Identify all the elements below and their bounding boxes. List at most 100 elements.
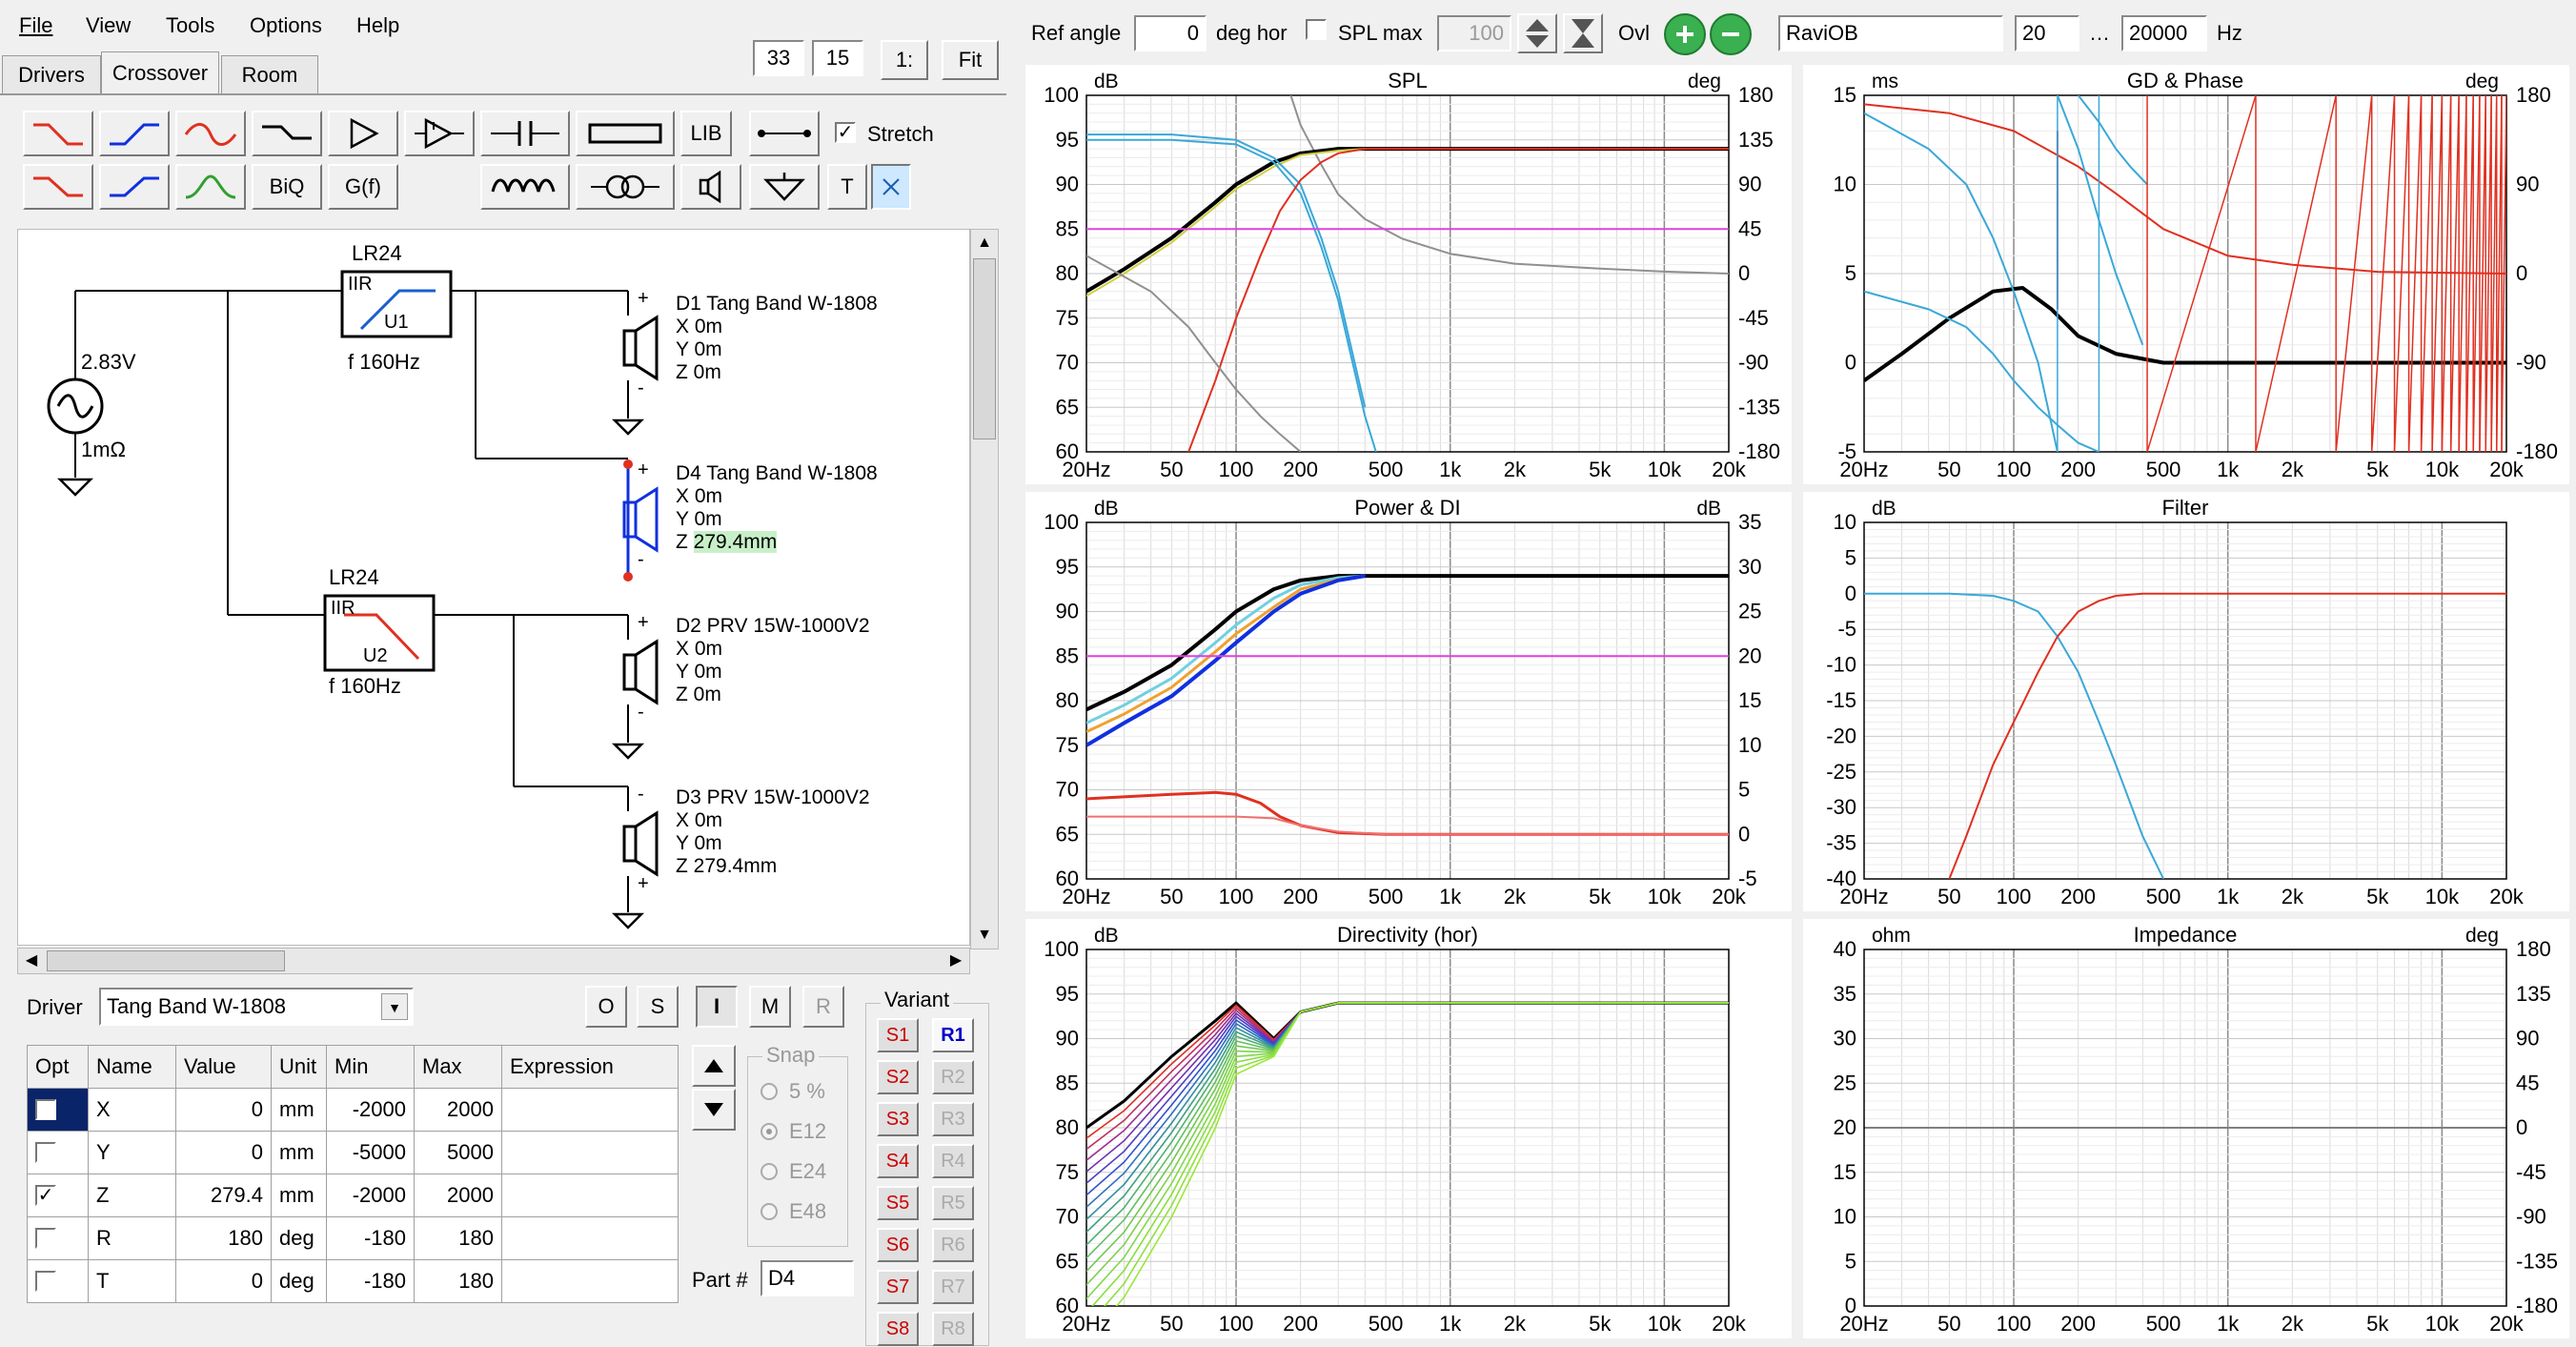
spl-chart[interactable]: 100 95 90 85 80 75 70 65 60 180 135 90 45 0 -45 -90 -135… (1025, 65, 1792, 484)
expression-cell[interactable] (501, 1174, 679, 1217)
wire-tool-button[interactable] (749, 111, 820, 156)
value-cell[interactable]: 180 (175, 1216, 272, 1260)
opt-checkbox[interactable] (35, 1228, 56, 1249)
resistor-tool-button[interactable] (576, 111, 675, 156)
variant-s7-button[interactable]: S7 (877, 1270, 919, 1304)
driver-m-button[interactable]: M (749, 986, 791, 1028)
biq-button[interactable]: BiQ (252, 164, 322, 210)
lib-button[interactable]: LIB (680, 111, 732, 156)
value-field-2[interactable]: 15 (812, 40, 863, 76)
filter-chart[interactable]: 10 5 0 -5 -10 -15 -20 -25 -30 -35 -40 20Hz 50 100 200 5… (1803, 492, 2569, 911)
value-field-1[interactable]: 33 (753, 40, 804, 76)
expression-cell[interactable] (501, 1088, 679, 1132)
tab-crossover[interactable]: Crossover (101, 51, 219, 93)
spl-max-reset-button[interactable] (1563, 13, 1603, 53)
variant-s1-button[interactable]: S1 (877, 1018, 919, 1052)
driver-label-d3[interactable]: D3 PRV 15W-1000V2 X 0m Y 0m Z 279.4mm (676, 786, 870, 878)
lowpass2-tool-button[interactable] (99, 164, 170, 210)
variant-r8-button[interactable]: R8 (932, 1312, 974, 1346)
freq-max-field[interactable]: 20000 (2121, 15, 2207, 51)
scroll-right-icon[interactable]: ▶ (943, 949, 969, 973)
driver-select[interactable]: Tang Band W-1808 ▼ (99, 988, 414, 1026)
opt-cell[interactable] (27, 1088, 89, 1132)
inductor-tool-button[interactable] (480, 164, 570, 210)
expression-cell[interactable] (501, 1131, 679, 1174)
spl-max-field[interactable]: 100 (1437, 15, 1511, 51)
max-cell[interactable]: 2000 (414, 1088, 502, 1132)
opt-cell[interactable]: ✓ (27, 1174, 89, 1217)
max-cell[interactable]: 180 (414, 1259, 502, 1303)
max-cell[interactable]: 5000 (414, 1131, 502, 1174)
move-down-button[interactable] (692, 1089, 736, 1131)
driver-tool-button[interactable] (680, 164, 741, 210)
menu-tools[interactable]: Tools (166, 13, 214, 38)
project-name-field[interactable]: RaviOB (1778, 15, 2003, 51)
amplifier-tool-button[interactable] (328, 111, 398, 156)
menu-file[interactable]: File (19, 13, 52, 38)
t-button[interactable]: T (827, 164, 867, 210)
opt-checkbox[interactable] (35, 1099, 56, 1120)
menu-help[interactable]: Help (356, 13, 399, 38)
allpass-tool-button[interactable] (175, 111, 246, 156)
expression-cell[interactable] (501, 1216, 679, 1260)
part-field[interactable]: D4 (761, 1260, 854, 1296)
opt-checkbox[interactable] (35, 1271, 56, 1292)
value-cell[interactable]: 279.4 (175, 1174, 272, 1217)
fit-button[interactable]: Fit (942, 40, 999, 80)
snap-5-radio[interactable] (761, 1083, 778, 1100)
driver-label-d1[interactable]: D1 Tang Band W-1808 X 0m Y 0m Z 0m (676, 293, 878, 384)
tab-room[interactable]: Room (221, 55, 318, 93)
shelf-tool-button[interactable] (252, 111, 322, 156)
table-row[interactable]: R 180 deg -180 180 (27, 1216, 679, 1260)
table-row[interactable]: X 0 mm -2000 2000 (27, 1088, 679, 1132)
lowpass-tool-button[interactable] (99, 111, 170, 156)
hscroll-thumb[interactable] (47, 950, 285, 971)
driver-i-button[interactable]: I (696, 986, 738, 1028)
min-cell[interactable]: -5000 (326, 1131, 415, 1174)
schematic-vscroll[interactable]: ▲ ▼ (970, 229, 999, 949)
max-cell[interactable]: 2000 (414, 1174, 502, 1217)
driver-o-button[interactable]: O (585, 986, 627, 1028)
chevron-down-icon[interactable]: ▼ (381, 993, 408, 1020)
variant-r1-button[interactable]: R1 (932, 1018, 974, 1052)
variant-r7-button[interactable]: R7 (932, 1270, 974, 1304)
scroll-left-icon[interactable]: ◀ (18, 949, 45, 973)
bandpass-tool-button[interactable] (175, 164, 246, 210)
min-cell[interactable]: -180 (326, 1259, 415, 1303)
menu-view[interactable]: View (86, 13, 131, 38)
variant-r5-button[interactable]: R5 (932, 1186, 974, 1220)
spl-max-spinner[interactable] (1517, 13, 1557, 53)
variant-s2-button[interactable]: S2 (877, 1060, 919, 1094)
power-di-chart[interactable]: 100 95 90 85 80 75 70 65 60 35 30 25 20 15 10 5 0 -5 20Hz 5… (1025, 492, 1792, 911)
ref-angle-field[interactable]: 0 (1134, 15, 1207, 51)
opt-cell[interactable] (27, 1216, 89, 1260)
gd-phase-chart[interactable]: 15 10 5 0 -5 180 90 0 -90 -180 20Hz 50 100 200 500 1k 2k… (1803, 65, 2569, 484)
ratio-button[interactable]: 1: (881, 40, 928, 80)
driver-label-d2[interactable]: D2 PRV 15W-1000V2 X 0m Y 0m Z 0m (676, 615, 870, 706)
spl-max-checkbox[interactable] (1306, 19, 1327, 40)
directivity-chart[interactable]: 100 95 90 85 80 75 70 65 60 20Hz 50 100 200 500 1k 2k 5k… (1025, 919, 1792, 1338)
snap-e12-radio[interactable] (761, 1123, 778, 1140)
min-cell[interactable]: -180 (326, 1216, 415, 1260)
opt-cell[interactable] (27, 1131, 89, 1174)
variant-s6-button[interactable]: S6 (877, 1228, 919, 1262)
transformer-tool-button[interactable] (576, 164, 675, 210)
variant-r4-button[interactable]: R4 (932, 1144, 974, 1178)
schematic-canvas[interactable]: + - + - + - - + 2.83V 1mΩ LR24 IIR U1 f 160H… (17, 229, 970, 946)
table-row[interactable]: ✓ Z 279.4 mm -2000 2000 (27, 1174, 679, 1217)
variant-s4-button[interactable]: S4 (877, 1144, 919, 1178)
ground-tool-button[interactable] (749, 164, 820, 210)
variant-s8-button[interactable]: S8 (877, 1312, 919, 1346)
freq-min-field[interactable]: 20 (2015, 15, 2079, 51)
schematic-hscroll[interactable]: ◀ ▶ (17, 948, 970, 974)
opt-checkbox[interactable]: ✓ (35, 1185, 56, 1206)
opt-cell[interactable] (27, 1259, 89, 1303)
highpass2-tool-button[interactable] (23, 164, 93, 210)
opamp-tool-button[interactable] (404, 111, 475, 156)
driver-label-d4[interactable]: D4 Tang Band W-1808 X 0m Y 0m Z 279.4mm (676, 462, 878, 554)
add-overlay-button[interactable] (1664, 13, 1706, 55)
variant-r3-button[interactable]: R3 (932, 1102, 974, 1136)
snap-e48-radio[interactable] (761, 1203, 778, 1220)
snap-e24-radio[interactable] (761, 1163, 778, 1180)
tab-drivers[interactable]: Drivers (2, 55, 101, 93)
